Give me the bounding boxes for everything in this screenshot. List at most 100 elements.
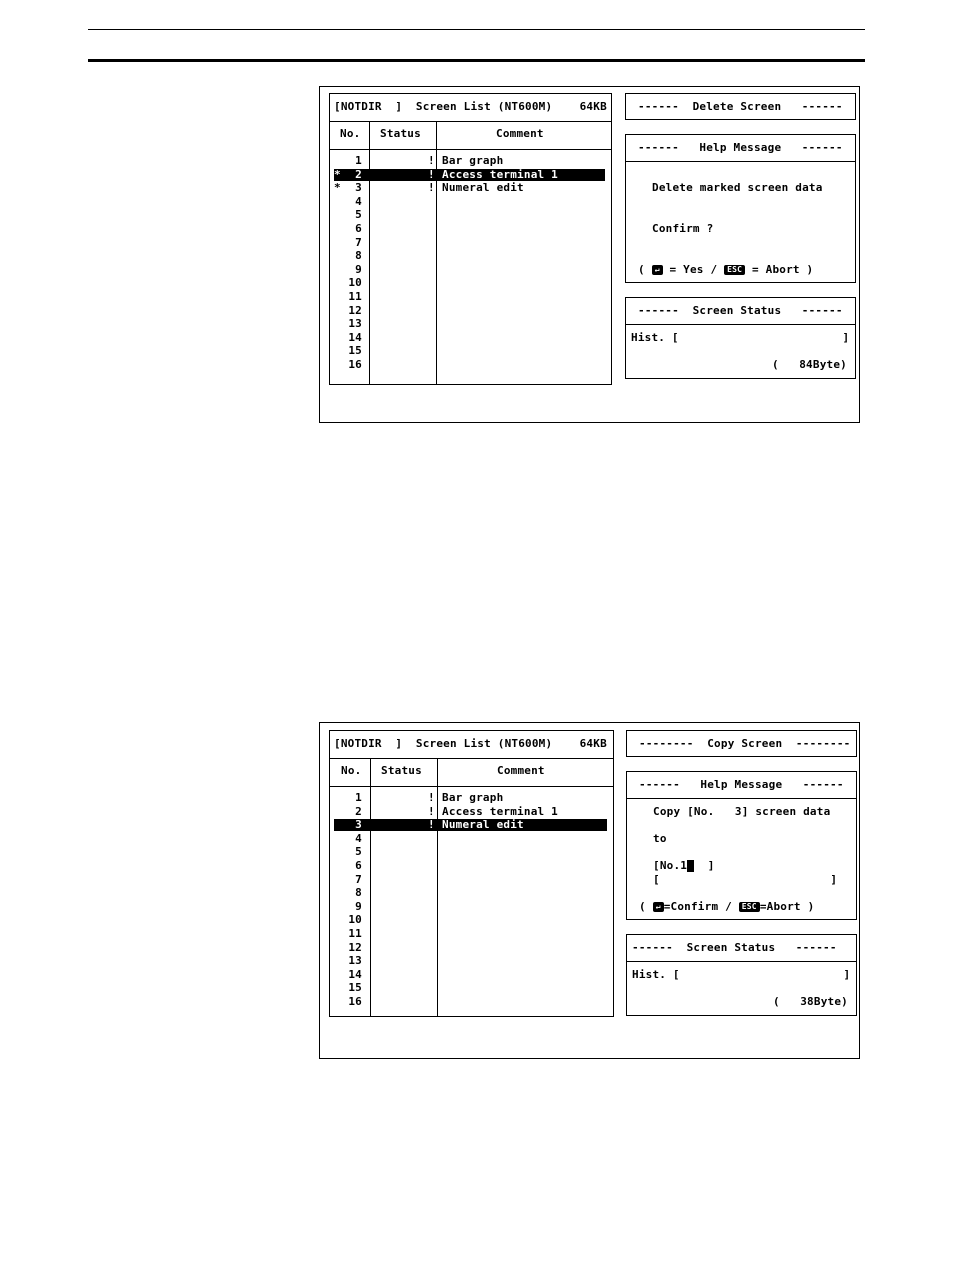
text: (: [638, 263, 652, 276]
table-row[interactable]: 6: [334, 860, 607, 872]
text: ]: [694, 859, 715, 872]
table-row[interactable]: 5: [334, 846, 607, 858]
row-status: !: [428, 181, 435, 195]
row-number: 11: [348, 927, 362, 940]
col-header-no: No.: [341, 764, 362, 777]
row-number: 12: [348, 940, 362, 954]
help-title: ------ Help Message ------: [638, 141, 843, 154]
help-line: Copy [No. 3] screen data: [653, 805, 831, 818]
table-row[interactable]: 5: [334, 209, 605, 221]
divider: [330, 149, 611, 150]
help-line: Delete marked screen data: [652, 181, 823, 194]
screen-status-panel: ------ Screen Status ------ Hist. [ ] ( …: [626, 934, 857, 1016]
row-number: 8: [355, 886, 362, 900]
table-row[interactable]: 9: [334, 263, 605, 276]
col-header-no: No.: [340, 127, 361, 140]
table-row[interactable]: * 3! Numeral edit: [334, 182, 605, 194]
header-rule-thick: [88, 59, 865, 62]
table-row[interactable]: 9: [334, 900, 607, 913]
divider: [627, 798, 856, 799]
table-row[interactable]: 6: [334, 223, 605, 235]
mode-title-panel: -------- Copy Screen --------: [626, 730, 857, 757]
row-number: 8: [355, 249, 362, 263]
enter-key-icon: ↵: [652, 902, 664, 912]
header-rule: [88, 29, 865, 30]
text: (: [639, 900, 653, 913]
screen-size: ( 38Byte): [772, 995, 848, 1008]
row-number: 4: [355, 831, 362, 845]
row-comment: Numeral edit: [442, 818, 524, 832]
row-number: 2: [355, 804, 362, 818]
table-row[interactable]: 14: [334, 968, 607, 981]
row-comment: Numeral edit: [442, 181, 524, 195]
row-number: 13: [348, 954, 362, 968]
table-row[interactable]: 14: [334, 330, 605, 344]
row-status: !: [428, 818, 435, 832]
row-number: 16: [348, 358, 362, 371]
screen-list-panel: [NOTDIR ] Screen List (NT600M) 64KB No. …: [329, 93, 612, 385]
row-status: !: [428, 154, 435, 167]
table-row[interactable]: 15: [334, 982, 607, 994]
row-number: 15: [348, 344, 362, 358]
table-row[interactable]: 1! Bar graph: [334, 155, 605, 167]
row-number: 14: [348, 330, 362, 344]
table-row[interactable]: 7: [334, 235, 605, 249]
col-header-status: Status: [380, 127, 421, 140]
manual-page: [NOTDIR ] Screen List (NT600M) 64KB No. …: [0, 0, 954, 1268]
enter-key-icon: ↵: [651, 265, 663, 275]
row-number: 11: [348, 290, 362, 303]
row-number: 6: [355, 222, 362, 235]
divider: [627, 961, 856, 962]
row-number: 3: [355, 181, 362, 195]
table-row[interactable]: 12: [334, 303, 605, 317]
row-number: 5: [355, 208, 362, 222]
destination-number-input[interactable]: [No.1 ]: [653, 860, 715, 872]
table-row[interactable]: 10: [334, 277, 605, 289]
row-comment: Bar graph: [442, 154, 504, 167]
table-row[interactable]: 11: [334, 928, 607, 940]
row-number: 1: [355, 791, 362, 804]
row-number: 7: [355, 872, 362, 886]
row-number: 7: [355, 235, 362, 249]
col-header-comment: Comment: [497, 764, 545, 777]
table-row[interactable]: 4: [334, 831, 607, 845]
text: [No.1: [653, 859, 688, 872]
row-status: !: [428, 791, 435, 804]
row-number: 12: [348, 303, 362, 317]
table-row[interactable]: * 2! Access terminal 1: [334, 167, 605, 181]
table-row[interactable]: 16: [334, 359, 605, 371]
table-row[interactable]: 12: [334, 940, 607, 954]
row-number: 5: [355, 845, 362, 859]
mode-title-panel: ------ Delete Screen ------: [625, 93, 856, 120]
table-row[interactable]: 15: [334, 345, 605, 357]
table-row[interactable]: 3! Numeral edit: [334, 818, 607, 832]
row-number: 2: [355, 167, 362, 181]
status-title: ------ Screen Status ------: [638, 304, 843, 317]
table-row[interactable]: 4: [334, 194, 605, 208]
row-number: 3: [355, 818, 362, 832]
table-row[interactable]: 7: [334, 872, 607, 886]
destination-comment-field[interactable]: [ ]: [653, 874, 837, 886]
table-row[interactable]: 13: [334, 955, 607, 967]
table-row[interactable]: 11: [334, 291, 605, 303]
help-line: Confirm ?: [652, 222, 714, 235]
table-row[interactable]: 2! Access terminal 1: [334, 804, 607, 818]
table-row[interactable]: 1! Bar graph: [334, 792, 607, 804]
row-number: 1: [355, 154, 362, 167]
row-status: !: [428, 804, 435, 818]
table-row[interactable]: 8: [334, 887, 607, 899]
history-field: Hist. [ ]: [631, 331, 850, 344]
table-row[interactable]: 10: [334, 914, 607, 926]
screen-list-title: [NOTDIR ] Screen List (NT600M) 64KB: [334, 100, 607, 113]
divider: [626, 324, 855, 325]
mode-title: ------ Delete Screen ------: [638, 100, 843, 113]
table-row[interactable]: 16: [334, 996, 607, 1008]
row-number: 6: [355, 859, 362, 872]
table-row[interactable]: 8: [334, 250, 605, 262]
esc-key-icon: ESC: [724, 265, 746, 275]
row-number: 4: [355, 194, 362, 208]
table-row[interactable]: 13: [334, 318, 605, 330]
divider: [330, 786, 613, 787]
divider: [330, 121, 611, 122]
help-keys: ( ↵ = Yes / ESC = Abort ): [638, 264, 813, 276]
